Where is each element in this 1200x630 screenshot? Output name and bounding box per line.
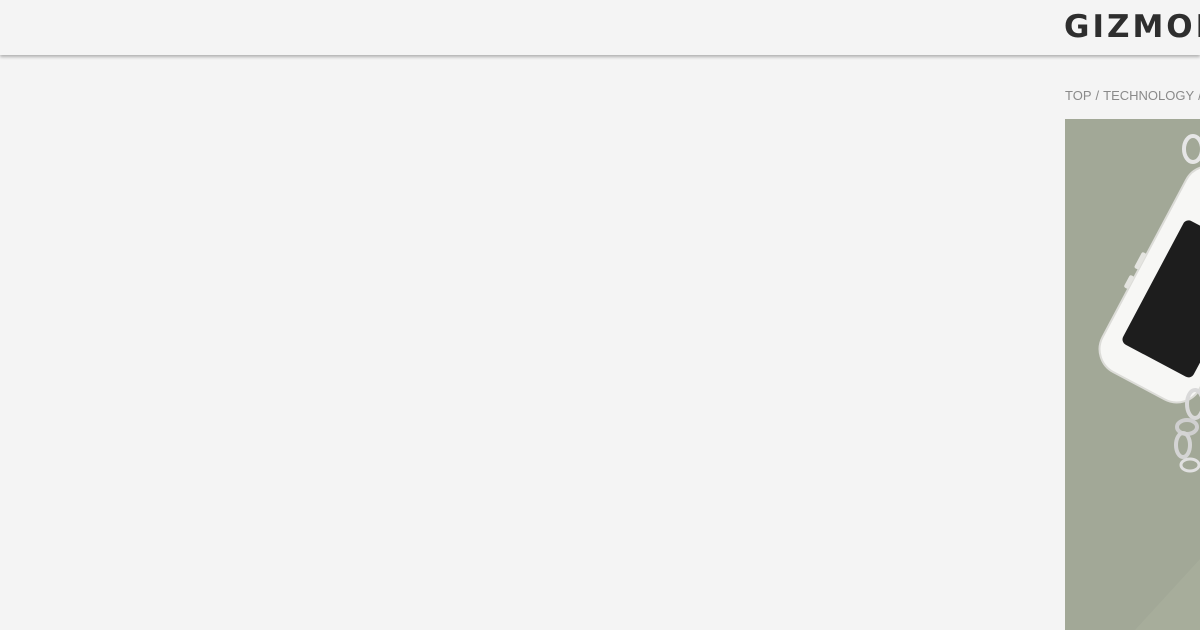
hero-image bbox=[1065, 119, 1200, 630]
breadcrumb-item-top[interactable]: TOP bbox=[1065, 88, 1092, 103]
breadcrumb: TOP/TECHNOLOGY/G bbox=[1065, 88, 1200, 104]
phone-with-chain-image bbox=[1098, 134, 1200, 630]
breadcrumb-separator: / bbox=[1095, 88, 1100, 103]
site-logo[interactable]: GIZMODO bbox=[1064, 9, 1200, 45]
site-header: GIZMODO bbox=[0, 0, 1200, 55]
breadcrumb-item-technology[interactable]: TECHNOLOGY bbox=[1103, 88, 1194, 103]
